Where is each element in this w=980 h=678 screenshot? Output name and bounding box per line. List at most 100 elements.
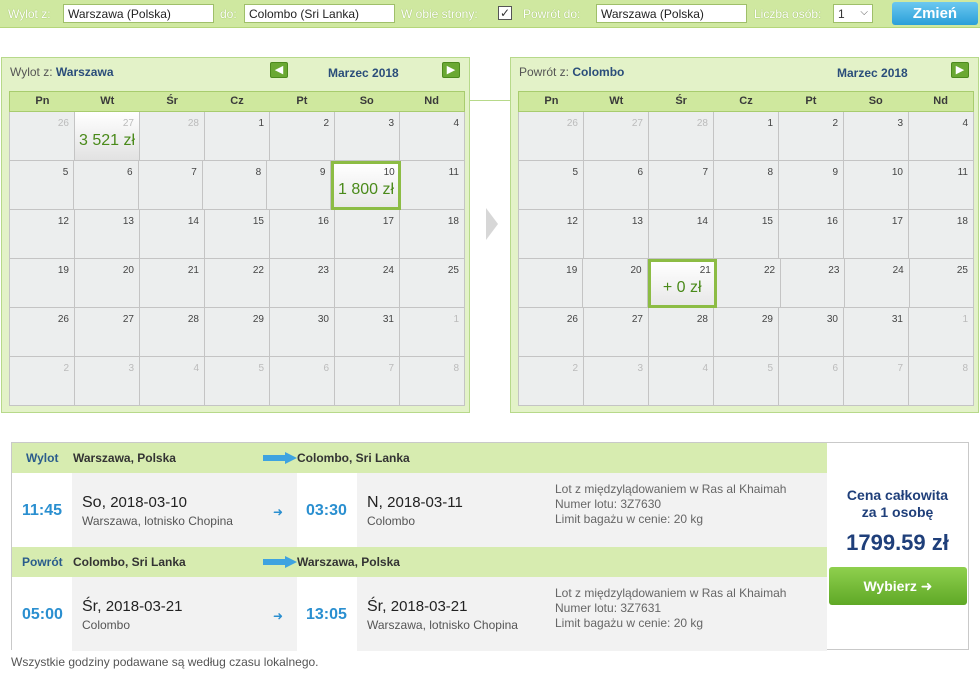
calendar-day[interactable]: 29: [205, 308, 270, 357]
calendar-day[interactable]: 20: [75, 259, 140, 308]
next-month-button[interactable]: ▶: [951, 62, 969, 78]
calendar-day[interactable]: 16: [779, 210, 844, 259]
calendar-day[interactable]: 25: [400, 259, 465, 308]
calendar-day[interactable]: 31: [844, 308, 909, 357]
calendar-day[interactable]: 4: [909, 112, 974, 161]
calendar-day[interactable]: 30: [779, 308, 844, 357]
day-number: 8: [767, 167, 773, 178]
day-price: 1 800 zł: [338, 181, 395, 198]
outbound-calendar-title: Wylot z: Warszawa: [10, 65, 114, 79]
return-input[interactable]: [596, 4, 747, 23]
to-input[interactable]: [244, 4, 395, 23]
calendar-day[interactable]: 14: [140, 210, 205, 259]
calendar-day[interactable]: 3: [844, 112, 909, 161]
calendar-day[interactable]: 16: [270, 210, 335, 259]
return-dep-date: Śr, 2018-03-21: [82, 598, 183, 615]
day-number: 29: [252, 314, 264, 325]
day-number: 15: [761, 216, 773, 227]
day-number: 26: [566, 314, 578, 325]
calendar-day[interactable]: 22: [716, 259, 782, 308]
total-price-caption: Cena całkowita za 1 osobę: [846, 487, 949, 520]
calendar-day[interactable]: 10: [844, 161, 909, 210]
from-input[interactable]: [63, 4, 214, 23]
calendar-day[interactable]: 19: [10, 259, 75, 308]
calendar-day-selected[interactable]: 21 + 0 zł: [647, 259, 717, 308]
calendar-week: 12 13 14 15 16 17 18: [10, 210, 465, 259]
calendar-day[interactable]: 17: [844, 210, 909, 259]
calendar-day[interactable]: 31: [335, 308, 400, 357]
calendar-day[interactable]: 28: [140, 308, 205, 357]
calendar-day[interactable]: 4: [400, 112, 465, 161]
calendar-day[interactable]: 6: [584, 161, 649, 210]
calendar-day[interactable]: 11: [909, 161, 974, 210]
calendar-day[interactable]: 13: [584, 210, 649, 259]
calendar-day[interactable]: 2: [270, 112, 335, 161]
calendar-day[interactable]: 18: [400, 210, 465, 259]
weekday-label: Cz: [230, 95, 244, 107]
outbound-calendar: Wylot z: Warszawa ◀ Marzec 2018 ▶ Pn Wt Śr…: [1, 57, 470, 413]
calendar-day[interactable]: 23: [270, 259, 335, 308]
change-button[interactable]: Zmień: [892, 2, 978, 25]
calendar-day[interactable]: 15: [205, 210, 270, 259]
calendar-day[interactable]: 24: [845, 259, 910, 308]
return-to: Warszawa, Polska: [297, 555, 400, 569]
day-number: 9: [832, 167, 838, 178]
calendar-day[interactable]: 28: [649, 308, 714, 357]
calendar-day[interactable]: 18: [909, 210, 974, 259]
calendar-day[interactable]: 7: [649, 161, 714, 210]
calendar-day[interactable]: 23: [781, 259, 846, 308]
calendar-day[interactable]: 5: [519, 161, 584, 210]
calendar-day[interactable]: 26: [10, 308, 75, 357]
weekday-label: Pt: [296, 95, 308, 107]
calendar-day[interactable]: 9: [779, 161, 844, 210]
day-number: 6: [127, 167, 133, 178]
calendar-day[interactable]: 1: [714, 112, 779, 161]
calendar-day[interactable]: 8: [714, 161, 779, 210]
calendar-day[interactable]: 30: [270, 308, 335, 357]
calendar-day[interactable]: 3: [335, 112, 400, 161]
choose-button[interactable]: Wybierz ➜: [829, 567, 967, 605]
day-number: 11: [957, 167, 968, 178]
calendar-day[interactable]: 20: [583, 259, 648, 308]
day-number: 14: [696, 216, 708, 227]
day-number: 22: [764, 265, 776, 276]
calendar-day[interactable]: 2: [779, 112, 844, 161]
calendar-day[interactable]: 22: [205, 259, 270, 308]
calendar-day[interactable]: 17: [335, 210, 400, 259]
calendar-day[interactable]: 27: [584, 308, 649, 357]
calendar-day[interactable]: 5: [10, 161, 75, 210]
calendar-day[interactable]: 13: [75, 210, 140, 259]
calendar-day[interactable]: 11: [400, 161, 465, 210]
prev-month-button[interactable]: ◀: [270, 62, 288, 78]
day-number: 23: [828, 265, 840, 276]
calendar-day[interactable]: 26: [519, 308, 584, 357]
calendar-day[interactable]: 7: [138, 161, 203, 210]
next-month-button[interactable]: ▶: [442, 62, 460, 78]
calendar-day[interactable]: 8: [202, 161, 268, 210]
calendar-day: 28: [649, 112, 714, 161]
calendar-day[interactable]: 29: [714, 308, 779, 357]
day-number: 26: [57, 314, 69, 325]
calendar-day[interactable]: 12: [519, 210, 584, 259]
day-price: 3 521 zł: [78, 132, 136, 149]
day-number: 20: [122, 265, 134, 276]
roundtrip-checkbox[interactable]: ✓: [498, 6, 512, 20]
calendar-day[interactable]: 19: [519, 259, 584, 308]
calendar-day[interactable]: 9: [267, 161, 332, 210]
calendar-day[interactable]: 15: [714, 210, 779, 259]
arrow-right-icon: ➜: [273, 609, 284, 623]
calendar-day[interactable]: 27: [75, 308, 140, 357]
calendar-day-selected[interactable]: 10 1 800 zł: [331, 161, 401, 210]
calendar-day[interactable]: 6: [74, 161, 139, 210]
calendar-day[interactable]: 24: [335, 259, 400, 308]
calendar-day: 5: [205, 357, 270, 406]
persons-select[interactable]: 1 ⌵: [833, 4, 873, 23]
calendar-day[interactable]: 21: [140, 259, 205, 308]
calendar-day[interactable]: 25: [909, 259, 974, 308]
day-number: 20: [630, 265, 642, 276]
calendar-day[interactable]: 1: [205, 112, 270, 161]
calendar-day[interactable]: 14: [649, 210, 714, 259]
day-number: 8: [255, 167, 262, 178]
calendar-day[interactable]: 12: [10, 210, 75, 259]
day-number: 28: [696, 118, 708, 129]
